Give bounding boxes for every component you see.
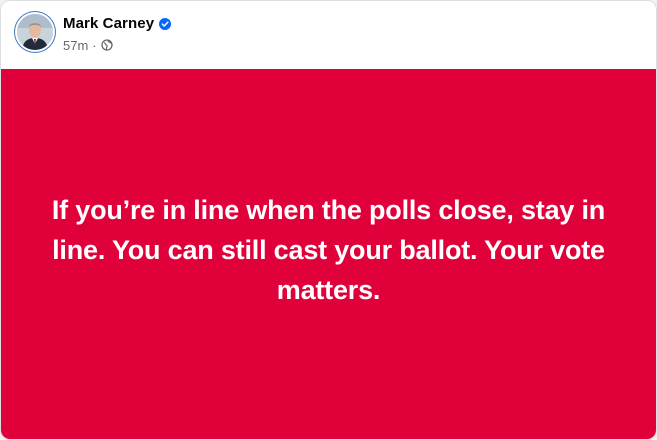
author-name[interactable]: Mark Carney xyxy=(63,15,154,32)
post-image-text: If you’re in line when the polls close, … xyxy=(51,195,606,305)
facebook-post-card: Mark Carney 57m · If you’re in line when… xyxy=(0,0,657,440)
meta-separator: · xyxy=(92,37,97,53)
globe-icon[interactable] xyxy=(100,39,113,51)
post-image[interactable]: If you’re in line when the polls close, … xyxy=(1,69,656,439)
verified-badge-icon xyxy=(159,17,172,30)
author-avatar[interactable] xyxy=(17,14,53,50)
author-name-row: Mark Carney xyxy=(63,13,172,33)
post-timestamp[interactable]: 57m xyxy=(63,38,88,53)
post-header: Mark Carney 57m · xyxy=(1,1,656,68)
post-meta: 57m · xyxy=(63,37,113,53)
avatar-photo xyxy=(17,14,53,50)
